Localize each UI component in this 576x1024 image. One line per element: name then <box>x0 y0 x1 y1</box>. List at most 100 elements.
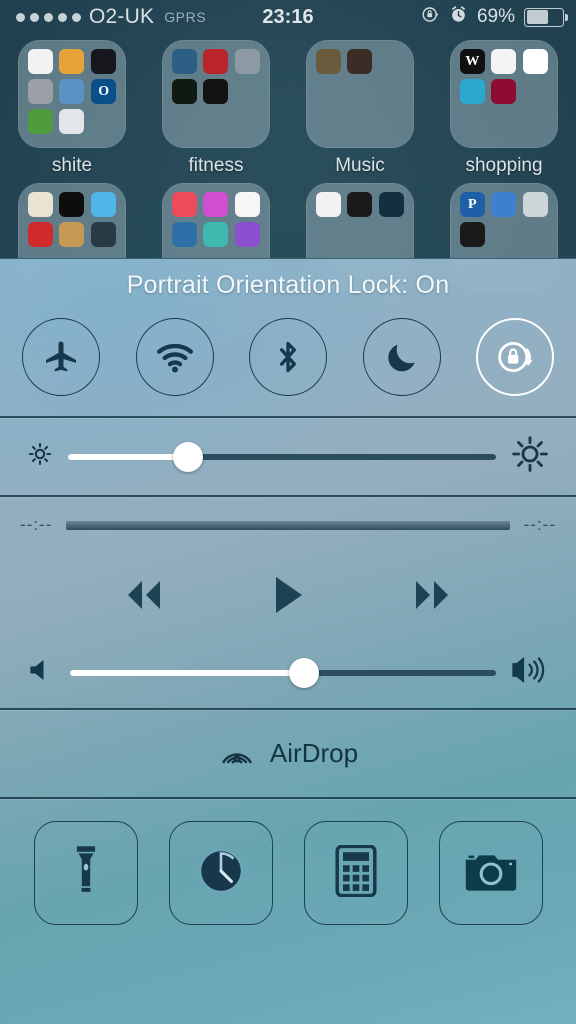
calculator-icon <box>334 844 377 902</box>
rotation-lock-icon <box>493 335 537 379</box>
timer-button[interactable] <box>168 821 273 925</box>
playback-scrubber-row: --:-- --:-- <box>0 497 576 547</box>
speedometer-app <box>235 49 261 74</box>
drum-app <box>347 49 373 74</box>
brightness-high-icon <box>510 434 550 479</box>
airplane-mode-toggle[interactable] <box>22 318 100 396</box>
status-bar-right: 69% <box>421 5 576 30</box>
gta-app <box>347 192 373 217</box>
audio-waveform-app <box>27 49 53 74</box>
paypal-app: P <box>459 192 485 217</box>
play-button[interactable] <box>268 573 308 617</box>
starbucks-app <box>523 49 549 74</box>
folder-icon-grid: O <box>18 40 126 148</box>
game-center-app <box>315 192 341 217</box>
folder[interactable]: Oshite <box>15 40 130 177</box>
rewind-button[interactable] <box>116 575 172 615</box>
toggle-row <box>0 310 576 416</box>
ball-app <box>91 222 117 247</box>
music-maker-app <box>315 49 341 74</box>
calculator-button[interactable] <box>303 821 408 925</box>
playback-scrubber[interactable] <box>66 520 510 530</box>
folder-row: Oshite fitness Music Wshopping <box>0 40 576 177</box>
airdrop-label: AirDrop <box>269 738 359 768</box>
itunes-app <box>171 192 197 217</box>
folder[interactable]: Music <box>303 40 418 177</box>
hiking-app <box>27 222 53 247</box>
folder-icon-grid <box>162 40 270 148</box>
imovie-app <box>203 222 229 247</box>
orientation-lock-banner: Portrait Orientation Lock: On <box>126 271 450 299</box>
utility-app <box>59 109 85 134</box>
camera-app <box>27 79 53 104</box>
volume-slider[interactable] <box>70 657 496 688</box>
remaining-time-label: --:-- <box>523 515 556 534</box>
flashlight-button[interactable] <box>33 821 138 925</box>
status-bar: O2-UK GPRS 23:16 69% <box>0 0 576 34</box>
rotation-lock-toggle[interactable] <box>476 318 554 396</box>
compass-app <box>59 192 85 217</box>
signal-strength-dots <box>16 12 81 22</box>
board-game-app <box>59 222 85 247</box>
airdrop-row[interactable]: AirDrop <box>0 710 576 797</box>
brightness-low-icon <box>26 440 54 473</box>
weather-app <box>91 192 117 217</box>
airdrop-icon <box>218 732 256 775</box>
brightness-row <box>0 418 576 495</box>
folder-label: Music <box>335 155 385 176</box>
maps-app <box>27 192 53 217</box>
timer-icon <box>195 845 247 902</box>
fast-forward-button[interactable] <box>404 575 460 615</box>
folder-label: fitness <box>188 155 244 176</box>
racing-game-app <box>379 192 405 217</box>
shopping-cart-app <box>459 79 485 104</box>
stopwatch-app <box>203 49 229 74</box>
navigation-app <box>523 192 549 217</box>
camera-button[interactable] <box>438 821 543 925</box>
folder-icon-grid: W <box>450 40 558 148</box>
volume-low-icon <box>26 655 56 690</box>
transport-controls <box>0 547 576 637</box>
wikipedia-app: W <box>459 49 485 74</box>
folder-label: shopping <box>465 155 543 176</box>
battery-percent-label: 69% <box>476 6 515 27</box>
volume-high-icon <box>510 653 550 692</box>
elapsed-time-label: --:-- <box>20 515 53 534</box>
brightness-slider[interactable] <box>68 441 496 472</box>
video-app <box>171 222 197 247</box>
moon-icon <box>383 338 421 376</box>
audio-analyzer-app <box>91 49 117 74</box>
bluetooth-toggle[interactable] <box>249 318 327 396</box>
do-not-disturb-toggle[interactable] <box>362 318 441 396</box>
camera-icon <box>463 849 519 898</box>
shortcut-row <box>0 799 576 955</box>
network-type-label: GPRS <box>164 9 207 25</box>
network-app <box>491 192 517 217</box>
o2-app: O <box>91 79 117 104</box>
music-app <box>203 192 229 217</box>
folder-icon-grid <box>306 40 414 148</box>
volume-row <box>0 637 576 708</box>
ebay-app <box>491 49 517 74</box>
folder-label: shite <box>51 155 93 176</box>
wifi-toggle[interactable] <box>135 318 214 396</box>
heart-rate-app <box>171 79 197 104</box>
costa-app <box>491 79 517 104</box>
folder[interactable]: Wshopping <box>447 40 562 177</box>
control-center-panel: Portrait Orientation Lock: On --:-- --:-… <box>0 258 576 1024</box>
carrier-label: O2-UK <box>89 5 155 28</box>
folder[interactable]: fitness <box>159 40 274 177</box>
media-player-app <box>59 79 85 104</box>
weather-fitness-app <box>171 49 197 74</box>
rotation-lock-icon <box>421 5 440 30</box>
calculator-app <box>59 49 85 74</box>
alarm-clock-icon <box>449 5 468 30</box>
podcasts-app <box>235 222 261 247</box>
runner-app <box>203 79 229 104</box>
battery-icon <box>524 7 568 27</box>
flashlight-icon <box>64 845 108 902</box>
status-bar-left: O2-UK GPRS <box>0 5 206 29</box>
bluetooth-icon <box>269 338 307 376</box>
wifi-icon <box>155 337 195 377</box>
free-app <box>459 222 485 247</box>
